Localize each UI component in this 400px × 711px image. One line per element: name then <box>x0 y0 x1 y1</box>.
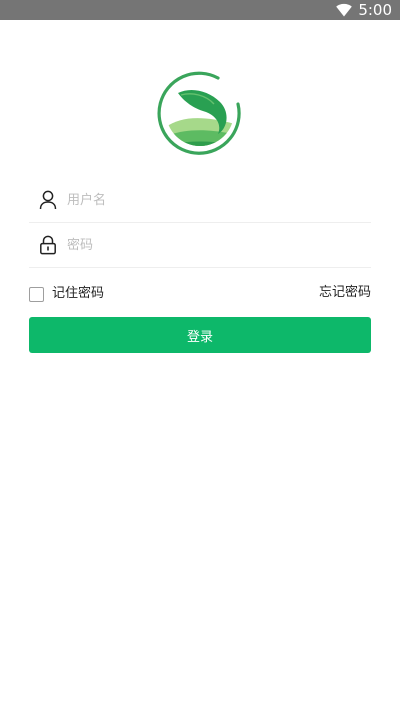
status-bar-right: 5:00 <box>336 0 392 20</box>
user-icon <box>29 178 67 222</box>
status-time: 5:00 <box>358 1 392 19</box>
login-options: 记住密码 忘记密码 <box>29 284 371 304</box>
remember-password-label: 记住密码 <box>52 286 105 301</box>
remember-password[interactable]: 记住密码 <box>29 284 104 304</box>
password-input[interactable] <box>67 225 371 265</box>
login-screen: 5:00 用户名 记住密码 忘记密码 登录 <box>0 0 400 711</box>
lock-icon <box>29 223 67 267</box>
login-button-label: 登录 <box>186 329 213 345</box>
wifi-icon <box>336 3 353 17</box>
username-row <box>29 178 371 223</box>
login-button[interactable]: 登录 <box>29 317 371 353</box>
status-bar: 5:00 <box>0 0 400 20</box>
username-input[interactable] <box>67 180 371 220</box>
leaf-logo-icon <box>157 71 241 155</box>
remember-password-checkbox[interactable] <box>29 286 44 302</box>
password-row <box>29 223 371 268</box>
forgot-password-link[interactable]: 忘记密码 <box>319 284 371 302</box>
